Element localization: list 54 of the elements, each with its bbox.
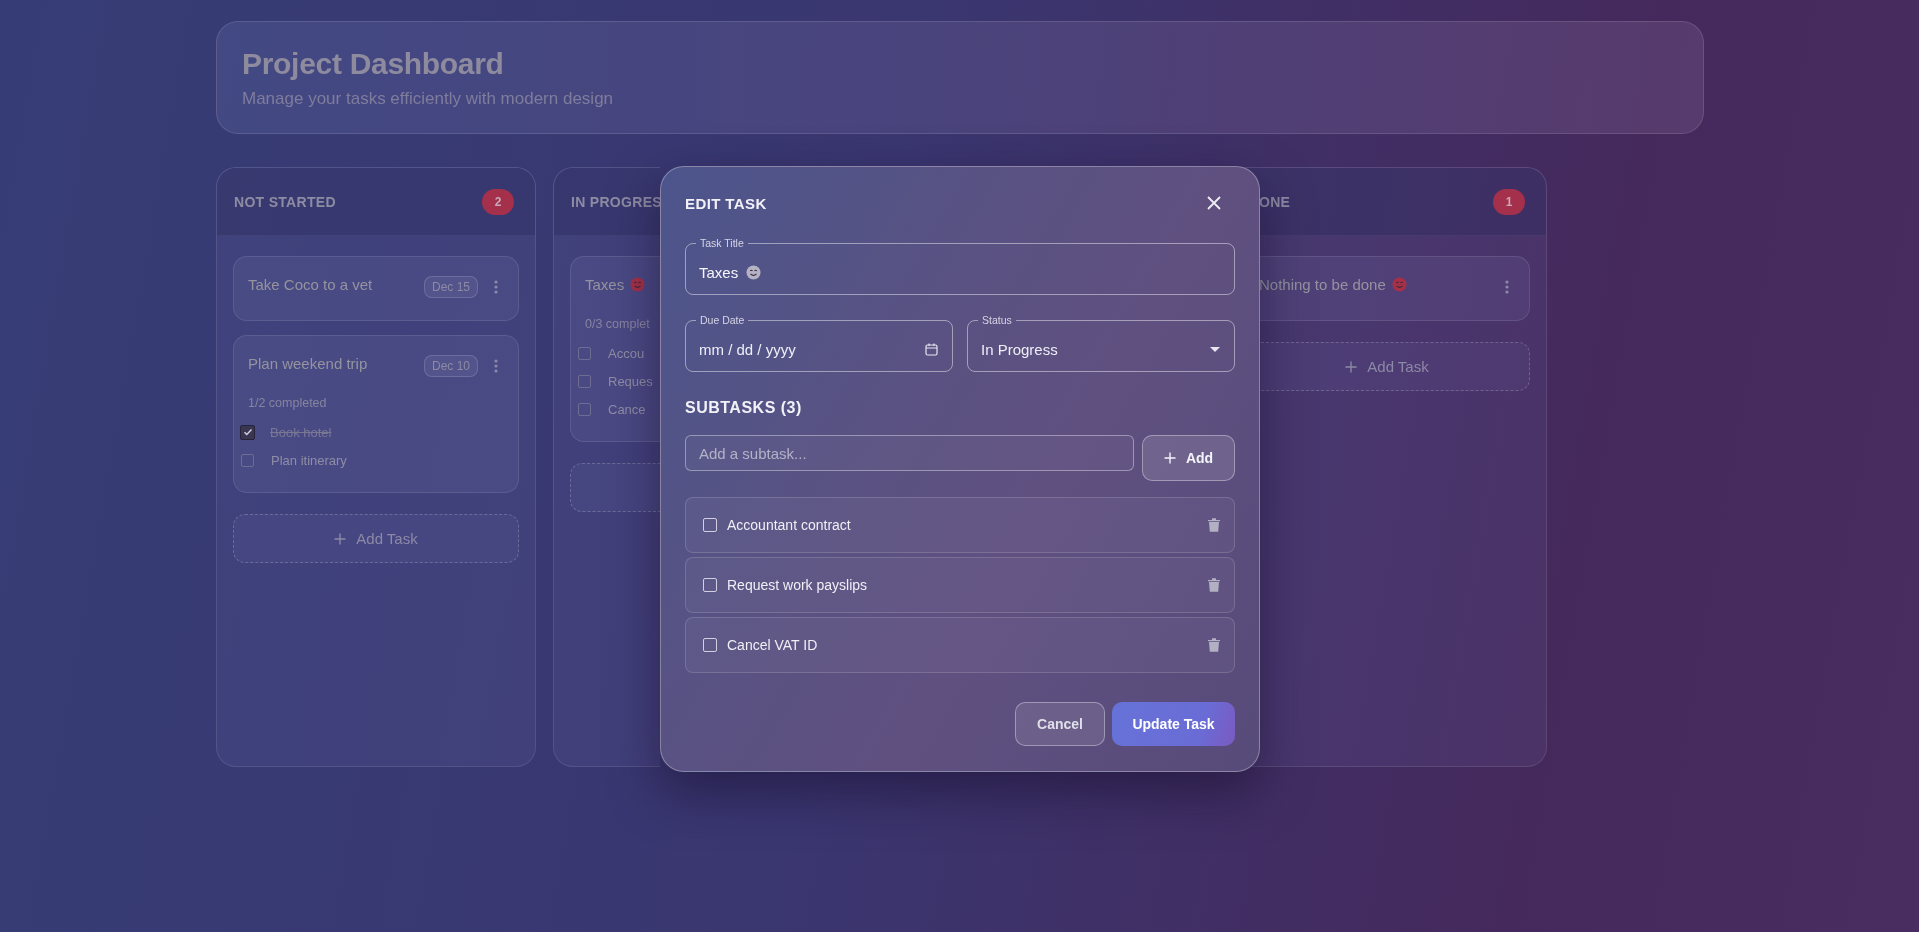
due-date-chip: Dec 10 xyxy=(423,355,478,377)
check-icon xyxy=(242,427,253,437)
checkbox[interactable] xyxy=(578,402,591,416)
progress-text: 0/3 complet xyxy=(585,317,650,332)
add-task-button[interactable]: Add Task xyxy=(233,514,519,563)
checkbox[interactable] xyxy=(578,374,591,388)
trash-icon xyxy=(1208,638,1220,652)
due-date-chip: Dec 15 xyxy=(423,276,478,298)
status-select[interactable]: Status In Progress xyxy=(967,313,1235,372)
delete-button[interactable] xyxy=(1208,638,1220,652)
trash-icon xyxy=(1208,518,1220,532)
plus-icon xyxy=(1163,452,1176,464)
subtask-label: Cance xyxy=(608,401,646,417)
count-badge: 1 xyxy=(1493,188,1525,215)
section-heading: SUBTASKS (3) xyxy=(685,399,802,417)
delete-button[interactable] xyxy=(1208,518,1220,532)
subtask-label: Accou xyxy=(608,345,645,361)
page-title: Project Dashboard xyxy=(242,47,504,81)
subtask-label: Request work payslips xyxy=(727,577,869,593)
trash-icon xyxy=(1208,578,1220,592)
subtask-label: Reques xyxy=(608,373,653,389)
task-title: Taxes xyxy=(585,275,625,293)
count-badge: 2 xyxy=(482,188,514,215)
task-title: Nothing to be done xyxy=(1259,275,1386,293)
task-card[interactable]: Taxes 0/3 complet Accou Reques Cance xyxy=(570,256,660,442)
dialog-title: EDIT TASK xyxy=(685,194,767,212)
plus-icon xyxy=(334,532,347,545)
plus-icon xyxy=(1345,360,1358,373)
subtask-label: Accountant contract xyxy=(727,517,852,533)
more-icon[interactable] xyxy=(494,359,498,373)
checkbox[interactable] xyxy=(240,424,255,440)
task-title: Take Coco to a vet xyxy=(248,275,373,293)
subtask-label: Plan itinerary xyxy=(271,452,347,468)
update-task-button[interactable]: Update Task xyxy=(1112,702,1235,746)
delete-button[interactable] xyxy=(1208,578,1220,592)
subtask-label: Cancel VAT ID xyxy=(727,637,819,653)
more-icon[interactable] xyxy=(1505,280,1509,294)
column-title: NOT STARTED xyxy=(234,193,336,210)
add-task-button[interactable] xyxy=(570,463,660,512)
cancel-button[interactable]: Cancel xyxy=(1015,702,1105,746)
checkbox[interactable] xyxy=(578,346,591,360)
checkbox[interactable] xyxy=(241,453,254,467)
task-card[interactable]: Take Coco to a vet Dec 15 xyxy=(233,256,519,321)
more-icon[interactable] xyxy=(494,280,498,294)
task-title: Plan weekend trip xyxy=(248,354,368,372)
add-subtask-button[interactable]: Add xyxy=(1142,435,1235,481)
progress-text: 1/2 completed xyxy=(248,396,327,411)
task-title-field[interactable]: Task Title Taxes xyxy=(685,236,1235,295)
calendar-icon xyxy=(925,342,938,356)
column-title: ONE xyxy=(1259,193,1291,210)
close-icon xyxy=(1207,196,1221,210)
dropdown-caret-icon xyxy=(1210,346,1220,352)
page-subtitle: Manage your tasks efficiently with modern design xyxy=(242,89,614,109)
due-date-field[interactable]: Due Date mm / dd / yyyy xyxy=(685,313,953,372)
